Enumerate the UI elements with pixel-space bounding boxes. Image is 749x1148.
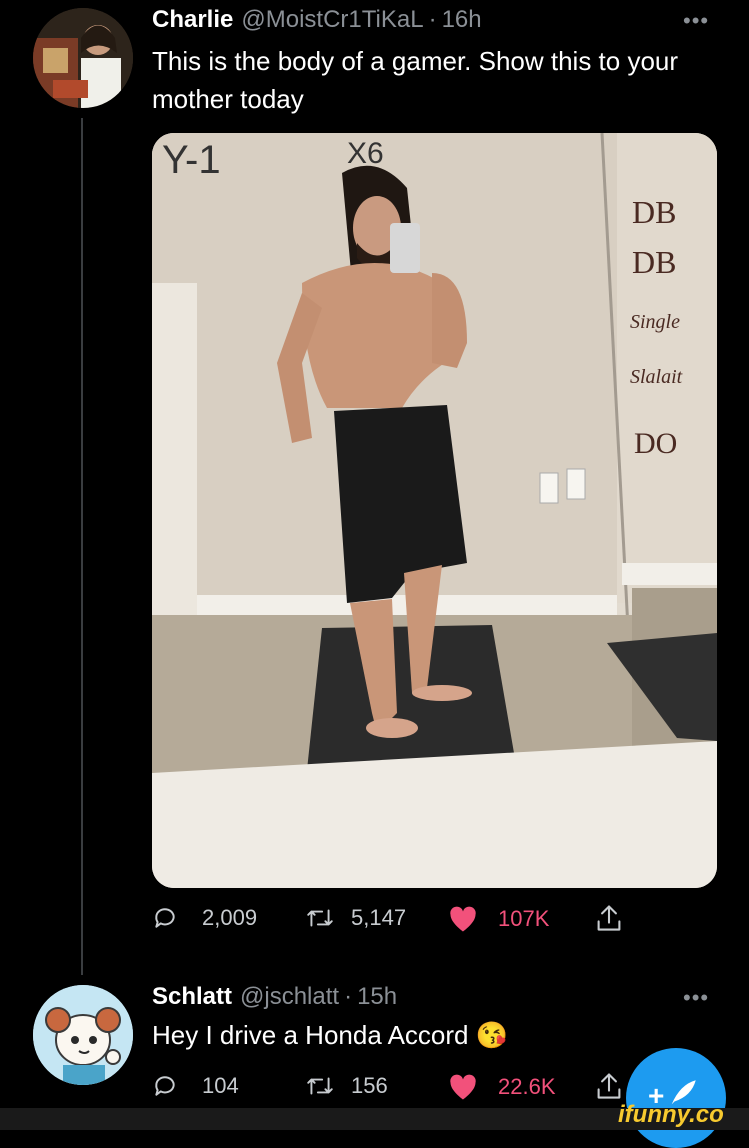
- retweet-button[interactable]: 5,147: [305, 905, 406, 931]
- retweet-icon: [307, 909, 333, 927]
- reply-separator-dot: ·: [344, 983, 353, 1010]
- reply-more-options-icon[interactable]: •••: [683, 985, 709, 1011]
- more-options-icon[interactable]: •••: [683, 8, 709, 34]
- author-name[interactable]: Charlie: [152, 6, 233, 34]
- reply-like-count: 22.6K: [498, 1074, 556, 1099]
- mirror-writing-7: DO: [634, 427, 677, 460]
- tweet-text: This is the body of a gamer. Show this t…: [152, 46, 679, 114]
- retweet-count: 5,147: [351, 905, 407, 930]
- reply-header: Schlatt @jschlatt · 15h: [152, 983, 397, 1011]
- compose-tweet-button[interactable]: +: [626, 1048, 726, 1148]
- retweet-icon: [307, 1077, 333, 1095]
- reply-icon: [155, 908, 175, 928]
- mirror-writing-3: DB: [632, 194, 676, 230]
- mirror-writing-1: Y-1: [162, 138, 221, 182]
- reply-button[interactable]: 2,009: [152, 905, 257, 931]
- reply-retweet-count: 156: [351, 1073, 388, 1098]
- tweet-photo[interactable]: Y-1 X6 DB DB Single Slalait DO: [152, 133, 717, 888]
- share-button[interactable]: [595, 903, 623, 933]
- avatar-schlatt[interactable]: [33, 985, 133, 1085]
- reply-text: Hey I drive a Honda Accord 😘: [152, 1020, 509, 1050]
- reply-reply-button[interactable]: 104: [152, 1073, 239, 1099]
- mirror-writing-5: Single: [630, 311, 680, 333]
- thread-line: [81, 118, 83, 975]
- timestamp[interactable]: 16h: [442, 6, 482, 34]
- mirror-writing-2: X6: [347, 137, 384, 170]
- tweet-header: Charlie @MoistCr1TiKaL · 16h: [152, 6, 482, 34]
- reply-author-name[interactable]: Schlatt: [152, 983, 232, 1011]
- reply-count: 2,009: [202, 905, 258, 930]
- heart-icon: [450, 1074, 476, 1100]
- avatar-image: [33, 8, 133, 108]
- reply-author-handle[interactable]: @jschlatt: [240, 983, 339, 1011]
- reply-retweet-button[interactable]: 156: [305, 1073, 388, 1099]
- author-handle[interactable]: @MoistCr1TiKaL: [241, 6, 423, 34]
- avatar-charlie[interactable]: [33, 8, 133, 108]
- reply-like-button[interactable]: 22.6K: [448, 1073, 556, 1101]
- separator-dot: ·: [428, 6, 437, 33]
- like-button[interactable]: 107K: [448, 905, 549, 933]
- avatar-image: [33, 985, 133, 1085]
- like-count: 107K: [498, 906, 550, 931]
- mirror-writing-4: DB: [632, 244, 676, 280]
- share-icon: [597, 1073, 621, 1099]
- ifunny-watermark: ifunny.co: [618, 1101, 724, 1128]
- heart-icon: [450, 906, 476, 932]
- reply-icon: [155, 1076, 175, 1096]
- reply-share-button[interactable]: [595, 1071, 623, 1101]
- photo-image: Y-1 X6 DB DB Single Slalait DO: [152, 133, 717, 888]
- share-icon: [597, 905, 621, 931]
- reply-reply-count: 104: [202, 1073, 239, 1098]
- reply-timestamp[interactable]: 15h: [357, 983, 397, 1011]
- mirror-writing-6: Slalait: [630, 366, 683, 388]
